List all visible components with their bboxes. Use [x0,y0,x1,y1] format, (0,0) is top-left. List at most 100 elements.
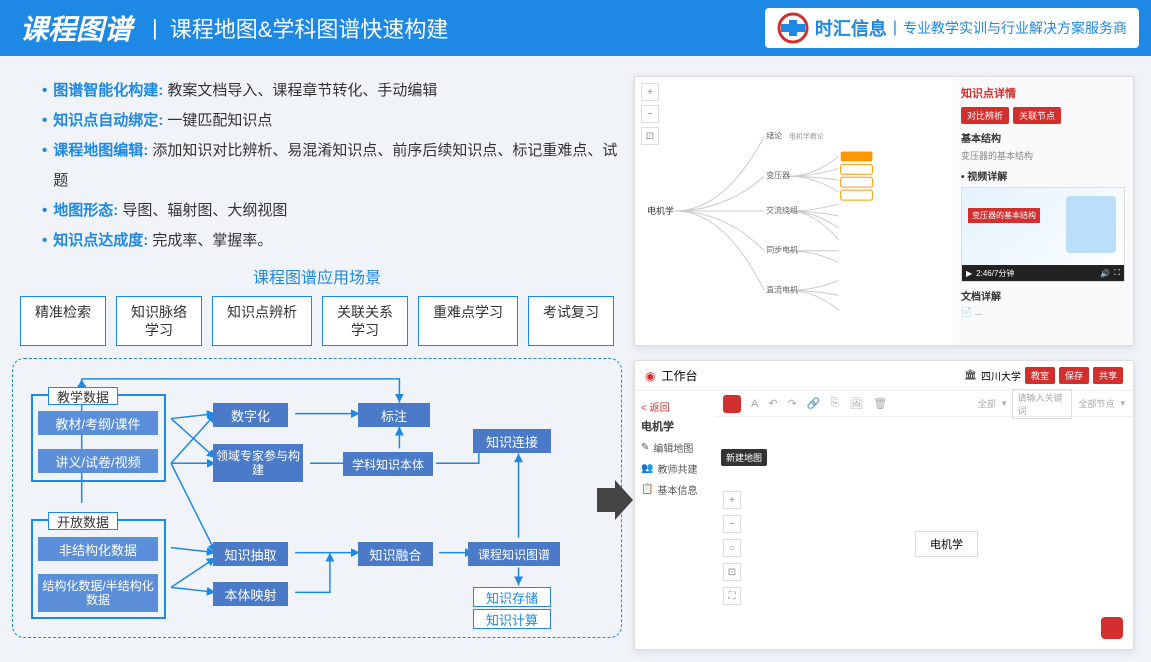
video-time: 2:46/7分钟 [976,268,1014,279]
flow-node-extract: 知识抽取 [213,542,288,566]
canvas-root-node[interactable]: 电机学 [915,531,978,557]
brand-logo-icon [777,12,809,44]
bullet-label: 图谱智能化构建: [53,82,163,99]
sidebar-item-info[interactable]: 📋基本信息 [641,482,709,497]
users-icon: 👥 [641,463,653,474]
bullet-text: 完成率、掌握率。 [148,232,272,249]
workspace-label: 工作台 [661,367,697,384]
scene-box: 关联关系 学习 [322,296,408,346]
flow-node-compute: 知识计算 [473,609,551,629]
svg-text:同步电机: 同步电机 [766,245,798,255]
flow-node-struct: 结构化数据/半结构化数据 [38,574,158,612]
feature-list: •图谱智能化构建: 教案文档导入、课程章节转化、手动编辑 •知识点自动绑定: 一… [12,76,622,256]
univ-icon: 🏛 [964,370,977,381]
video-thumbnail[interactable]: 变压器的基本结构 ▶ 2:46/7分钟 🔊 ⛶ [961,187,1125,282]
fit-icon[interactable]: ⊡ [723,563,741,581]
tooltip: 新建地图 [721,449,767,466]
sidebar-item-edit[interactable]: ✎编辑地图 [641,440,709,455]
flow-node-unstruct: 非结构化数据 [38,537,158,561]
flow-node-annotate: 标注 [358,403,430,427]
bullet-label: 地图形态: [53,202,118,219]
zoom-in-icon[interactable]: + [723,491,741,509]
svg-text:变压器: 变压器 [766,170,790,180]
flow-node-material: 教材/考纲/课件 [38,411,158,435]
volume-icon[interactable]: 🔊 [1100,269,1110,278]
bullet-text: 导图、辐射图、大纲视图 [118,202,287,219]
info-item: 变压器的基本结构 [961,149,1125,162]
brand-tagline: 专业教学实训与行业解决方案服务商 [903,18,1127,38]
btn-classroom[interactable]: 教室 [1025,367,1055,384]
tool-image-icon[interactable]: 🖼 [849,397,863,410]
flow-node-digitize: 数字化 [213,403,288,427]
video-section: • 视频详解 [961,168,1125,183]
chat-icon[interactable] [1101,617,1123,639]
group-label: 开放数据 [48,512,118,530]
play-icon[interactable]: ▶ [966,269,972,278]
flow-node-fusion: 知识融合 [358,542,433,566]
filter-nodes[interactable]: 全部节点 [1078,397,1114,410]
big-arrow-icon [597,480,633,525]
detail-panel: 知识点详情 对比辨析 关联节点 基本结构 变压器的基本结构 • 视频详解 变压器… [953,77,1133,345]
svg-text:绪论: 绪论 [766,131,782,141]
back-link[interactable]: < 返回 [641,399,709,414]
tool-link-icon[interactable]: 🔗 [807,397,821,410]
flow-node-connect: 知识连接 [473,429,551,453]
tool-redo-icon[interactable]: ↷ [788,397,797,410]
zoom-out-icon[interactable]: − [723,515,741,533]
sidebar-item-collab[interactable]: 👥教师共建 [641,461,709,476]
flow-diagram: 教学数据 教材/考纲/课件 讲义/试卷/视频 开放数据 非结构化数据 结构化数据… [12,358,622,638]
doc-section: 文档详解 [961,288,1125,303]
scene-box: 重难点学习 [418,296,518,346]
flow-node-expert: 领域专家参与构建 [213,444,303,482]
group-label: 教学数据 [48,387,118,405]
zoom-out-icon[interactable]: − [641,105,659,123]
fullscreen-icon[interactable]: ⛶ [1114,268,1120,278]
svg-text:电机学概论: 电机学概论 [789,132,824,141]
course-name: 电机学 [641,421,674,433]
tool-copy-icon[interactable]: ⎘ [830,397,839,410]
btn-share[interactable]: 共享 [1093,367,1123,384]
video-figure [1066,196,1116,253]
header-divider: | [152,15,158,41]
editor-toolbar: A ↶ ↷ 🔗 ⎘ 🖼 🗑 全部▾ 请输入关键词 全部节点▾ [715,391,1133,417]
mind-root: 电机学 [647,205,674,216]
screenshot-mindmap: 电机学 绪论 变压器 交流绕组 同步电机 直流电机 电机学概论 + − ⊡ [634,76,1134,346]
bullet-text: 一键匹配知识点 [163,112,272,129]
tool-node-icon[interactable] [723,395,741,413]
brand-block: 时汇信息 | 专业教学实训与行业解决方案服务商 [765,8,1139,48]
page-title: 课程图谱 [12,8,140,48]
reset-icon[interactable]: ○ [723,539,741,557]
tool-text-icon[interactable]: A [751,398,758,410]
scene-title: 课程图谱应用场景 [12,264,622,288]
tab-related[interactable]: 关联节点 [1013,107,1061,124]
info-icon: 📋 [641,484,653,495]
doc-item: 📄 ... [961,307,1125,318]
scene-boxes: 精准检索 知识脉络 学习 知识点辨析 关联关系 学习 重难点学习 考试复习 [12,296,622,346]
tab-compare[interactable]: 对比辨析 [961,107,1009,124]
btn-save[interactable]: 保存 [1059,367,1089,384]
search-input[interactable]: 请输入关键词 [1012,389,1072,419]
bullet-text: 教案文档导入、课程章节转化、手动编辑 [163,82,437,99]
tool-delete-icon[interactable]: 🗑 [873,397,887,410]
univ-name: 四川大学 [981,368,1021,383]
brand-name: 时汇信息 [815,15,887,41]
svg-text:交流绕组: 交流绕组 [766,205,798,215]
scene-box: 知识脉络 学习 [116,296,202,346]
info-section: 基本结构 [961,130,1125,145]
fullscreen-icon[interactable]: ⛶ [723,587,741,605]
filter-all[interactable]: 全部 [978,397,996,410]
scene-box: 考试复习 [528,296,614,346]
brand-divider: | [893,19,897,37]
bullet-label: 知识点达成度: [53,232,148,249]
tool-undo-icon[interactable]: ↶ [768,397,777,410]
flow-node-ontology: 学科知识本体 [343,452,433,476]
video-caption: 变压器的基本结构 [968,208,1040,223]
flow-node-lecture: 讲义/试卷/视频 [38,449,158,473]
flow-node-mapping: 本体映射 [213,582,288,606]
bullet-label: 课程地图编辑: [53,142,148,159]
scene-box: 知识点辨析 [212,296,312,346]
zoom-in-icon[interactable]: + [641,83,659,101]
svg-text:直流电机: 直流电机 [766,284,798,294]
fit-icon[interactable]: ⊡ [641,127,659,145]
page-subtitle: 课程地图&学科图谱快速构建 [170,12,449,44]
